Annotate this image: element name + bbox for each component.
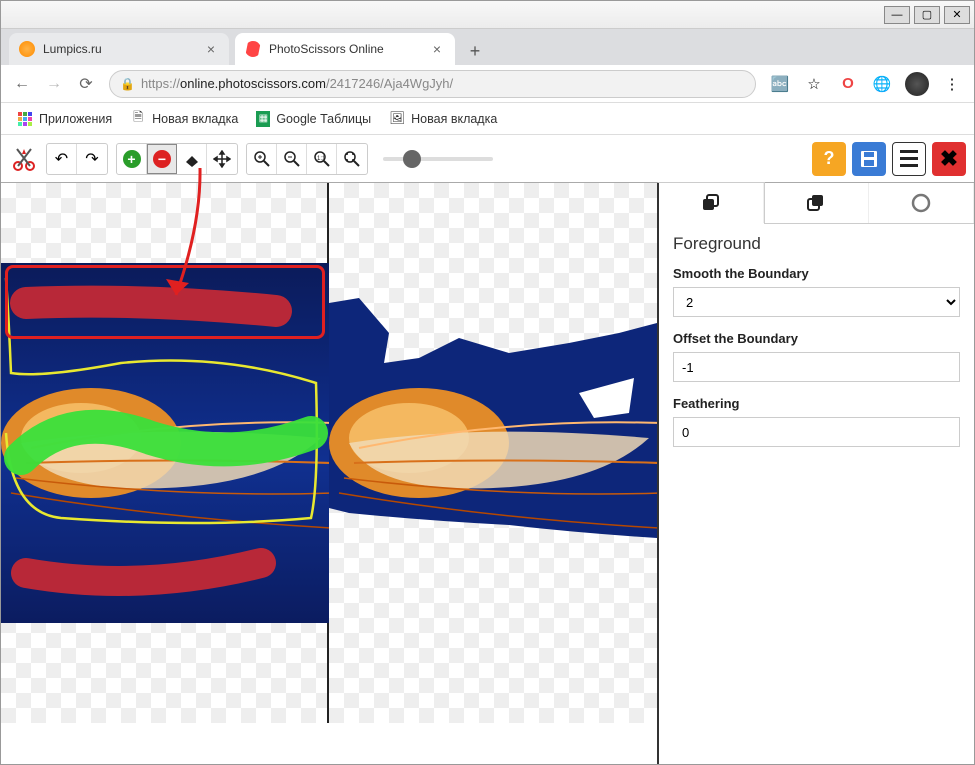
help-button[interactable]: ? — [812, 142, 846, 176]
menu-button[interactable] — [892, 142, 926, 176]
url-text: https://online.photoscissors.com/2417246… — [141, 76, 453, 91]
window-maximize-button[interactable]: ▢ — [914, 6, 940, 24]
save-button[interactable] — [852, 142, 886, 176]
redo-button[interactable]: ↷ — [77, 144, 107, 174]
hamburger-icon — [900, 150, 918, 167]
magnifier-minus-icon — [283, 150, 301, 168]
close-button[interactable]: ✖ — [932, 142, 966, 176]
bookmark-label: Приложения — [39, 112, 112, 126]
mark-foreground-button[interactable]: + — [117, 144, 147, 174]
bookmark-label: Новая вкладка — [152, 112, 238, 126]
forward-button[interactable]: → — [39, 69, 69, 99]
new-tab-button[interactable]: + — [461, 37, 489, 65]
smooth-select[interactable]: 2 — [673, 287, 960, 317]
panel-tabs — [659, 183, 974, 224]
app-toolbar: ↶ ↷ + − 1:1 ? — [1, 135, 974, 183]
offset-label: Offset the Boundary — [673, 331, 960, 346]
panel-tab-background[interactable] — [764, 183, 869, 223]
undo-button[interactable]: ↶ — [47, 144, 77, 174]
eraser-icon — [183, 150, 201, 168]
reload-button[interactable]: ⟳ — [71, 69, 101, 99]
browser-address-bar: ← → ⟳ 🔒 https://online.photoscissors.com… — [1, 65, 974, 103]
move-arrows-icon — [213, 150, 231, 168]
bookmark-label: Google Таблицы — [276, 112, 371, 126]
minus-circle-icon: − — [153, 150, 171, 168]
smooth-label: Smooth the Boundary — [673, 266, 960, 281]
magnifier-plus-icon — [253, 150, 271, 168]
tab-title: PhotoScissors Online — [269, 42, 429, 56]
floppy-disk-icon — [859, 149, 879, 169]
url-field[interactable]: 🔒 https://online.photoscissors.com/24172… — [109, 70, 756, 98]
bookmark-newtab-2[interactable]: 🖼 Новая вкладка — [383, 108, 503, 130]
slider-thumb[interactable] — [403, 150, 421, 168]
magnifier-1to1-icon: 1:1 — [313, 150, 331, 168]
zoom-out-button[interactable] — [277, 144, 307, 174]
bookmarks-bar: Приложения 🗎 Новая вкладка ▦ Google Табл… — [1, 103, 974, 135]
profile-avatar[interactable] — [905, 72, 929, 96]
sheets-icon: ▦ — [256, 111, 270, 127]
svg-text:1:1: 1:1 — [317, 156, 326, 162]
window-minimize-button[interactable]: — — [884, 6, 910, 24]
lock-icon: 🔒 — [120, 77, 135, 91]
plus-circle-icon: + — [123, 150, 141, 168]
browser-tab-lumpics[interactable]: Lumpics.ru × — [9, 33, 229, 65]
eraser-button[interactable] — [177, 144, 207, 174]
back-button[interactable]: ← — [7, 69, 37, 99]
browser-tab-photoscissors[interactable]: PhotoScissors Online × — [235, 33, 455, 65]
panel-tab-foreground[interactable] — [659, 183, 764, 223]
tab-close-icon[interactable]: × — [203, 41, 219, 57]
favicon-icon — [245, 41, 261, 57]
opera-icon[interactable]: O — [837, 73, 859, 95]
browser-tabstrip: Lumpics.ru × PhotoScissors Online × + — [1, 29, 974, 65]
favicon-icon — [19, 41, 35, 57]
move-button[interactable] — [207, 144, 237, 174]
bookmark-newtab-1[interactable]: 🗎 Новая вкладка — [124, 108, 244, 130]
feather-input[interactable] — [673, 417, 960, 447]
photoscissors-app: ↶ ↷ + − 1:1 ? — [1, 135, 974, 764]
zoom-in-button[interactable] — [247, 144, 277, 174]
zoom-actual-button[interactable]: 1:1 — [307, 144, 337, 174]
foreground-layers-icon — [700, 192, 722, 214]
panel-tab-shadow[interactable] — [869, 183, 974, 223]
window-titlebar: — ▢ ✕ — [1, 1, 974, 29]
canvas-area — [1, 183, 659, 764]
zoom-fit-button[interactable] — [337, 144, 367, 174]
panel-title: Foreground — [673, 234, 960, 254]
feather-label: Feathering — [673, 396, 960, 411]
offset-input[interactable] — [673, 352, 960, 382]
tab-close-icon[interactable]: × — [429, 41, 445, 57]
app-logo-icon[interactable] — [7, 142, 41, 176]
properties-panel: Foreground Smooth the Boundary 2 Offset … — [659, 183, 974, 764]
translate-icon[interactable]: 🔤 — [769, 73, 791, 95]
tab-title: Lumpics.ru — [43, 42, 203, 56]
page-icon: 🗎 — [130, 111, 146, 127]
star-icon[interactable]: ☆ — [803, 73, 825, 95]
annotation-highlight-box — [5, 265, 325, 339]
result-pane[interactable] — [329, 183, 657, 723]
edit-pane[interactable] — [1, 183, 329, 723]
background-layers-icon — [805, 192, 827, 214]
window-close-button[interactable]: ✕ — [944, 6, 970, 24]
mark-background-button[interactable]: − — [147, 144, 177, 174]
bookmark-label: Новая вкладка — [411, 112, 497, 126]
magnifier-fit-icon — [343, 150, 361, 168]
brush-size-slider[interactable] — [383, 157, 493, 161]
globe-icon[interactable]: 🌐 — [871, 73, 893, 95]
bookmark-apps[interactable]: Приложения — [11, 108, 118, 130]
bookmark-google-tables[interactable]: ▦ Google Таблицы — [250, 108, 377, 130]
picture-icon: 🖼 — [389, 111, 405, 127]
circle-outline-icon — [910, 192, 932, 214]
kebab-menu-icon[interactable]: ⋮ — [941, 73, 963, 95]
apps-grid-icon — [17, 111, 33, 127]
